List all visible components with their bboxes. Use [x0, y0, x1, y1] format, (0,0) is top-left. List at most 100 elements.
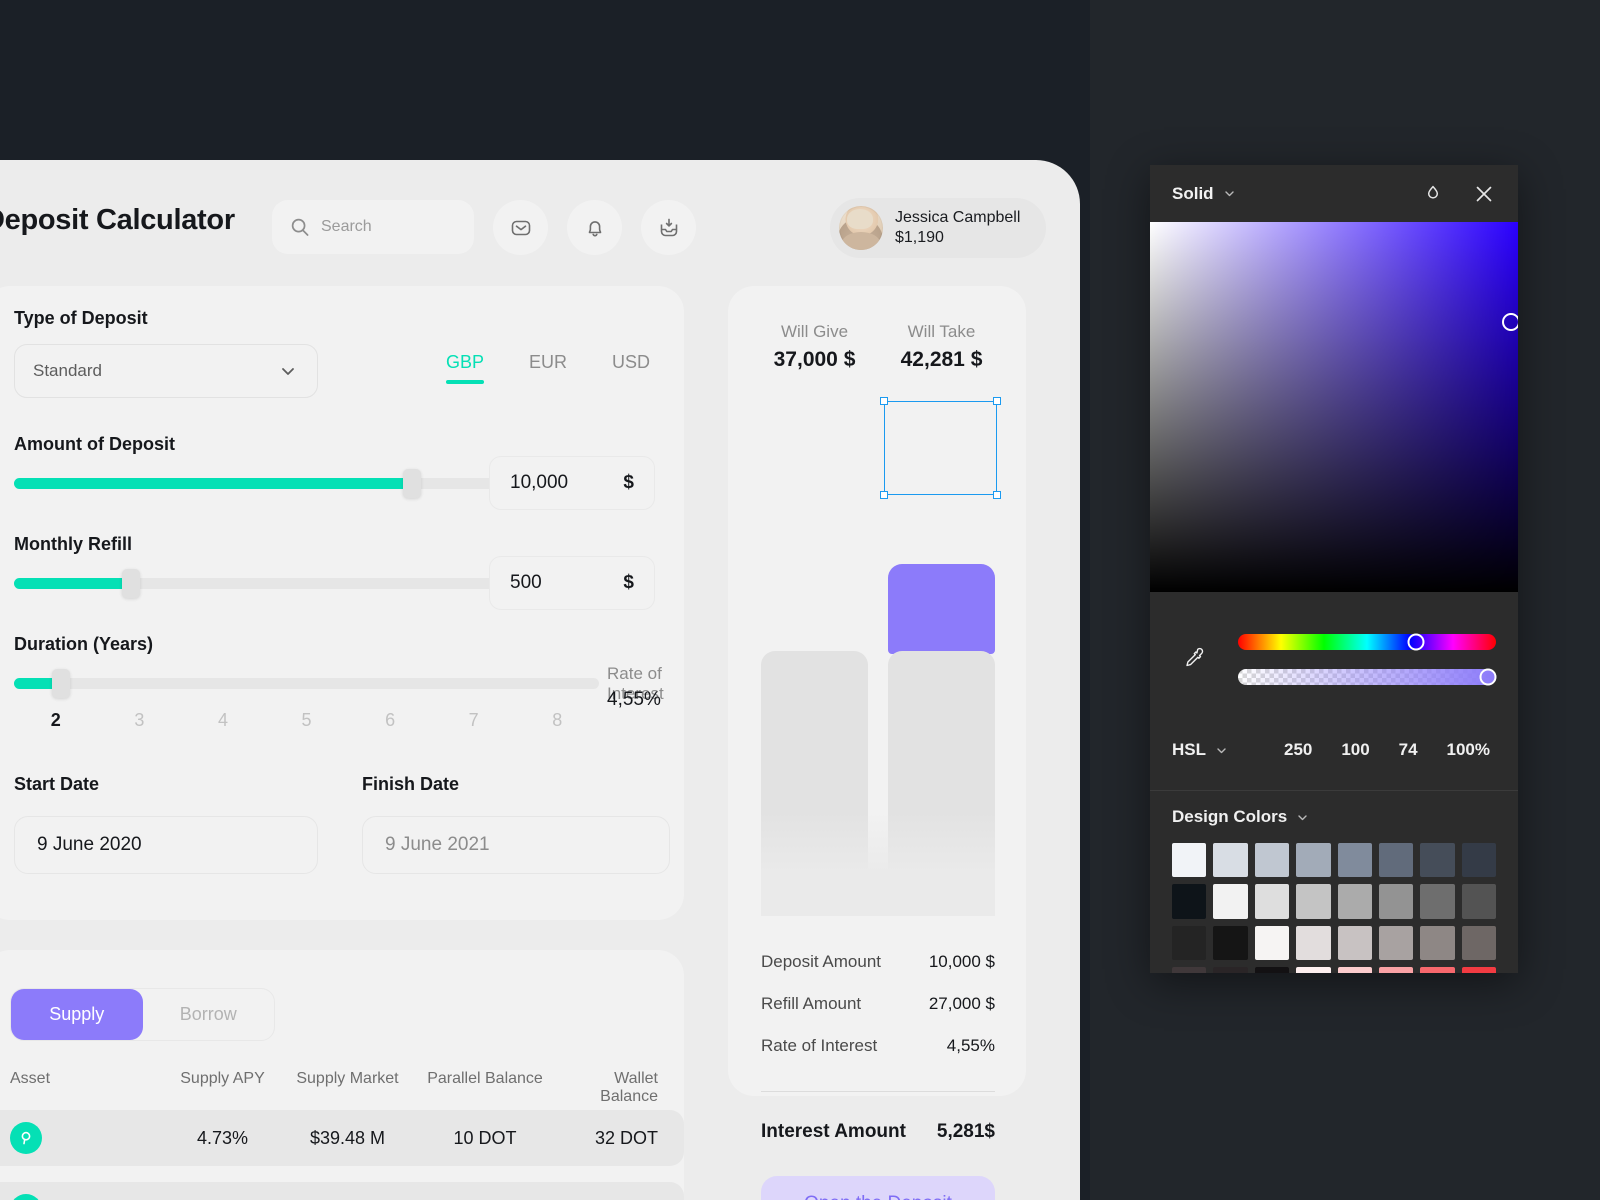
color-swatch-1-2[interactable] [1254, 884, 1290, 919]
color-swatch-2-6[interactable] [1420, 925, 1455, 961]
color-swatch-0-7[interactable] [1461, 843, 1496, 878]
color-swatch-2-1[interactable] [1213, 925, 1248, 961]
user-profile[interactable]: Jessica Campbell $1,190 [830, 198, 1046, 258]
close-icon[interactable] [1472, 182, 1496, 206]
color-swatch-1-6[interactable] [1420, 884, 1455, 919]
notifications-button[interactable] [567, 200, 622, 255]
color-swatch-3-7[interactable] [1461, 967, 1496, 973]
color-space-dropdown[interactable]: HSL [1172, 740, 1284, 760]
search-input[interactable]: Search [272, 200, 474, 254]
saturation-value-area[interactable] [1150, 222, 1518, 592]
color-swatch-2-3[interactable] [1296, 925, 1331, 961]
hue-slider-handle[interactable] [1407, 633, 1425, 650]
color-swatch-1-3[interactable] [1296, 884, 1331, 919]
color-swatch-0-4[interactable] [1337, 843, 1372, 878]
color-swatch-0-3[interactable] [1296, 843, 1331, 878]
mail-button[interactable] [493, 200, 548, 255]
finish-date-field[interactable]: 9 June 2021 [362, 816, 670, 874]
color-swatch-1-7[interactable] [1461, 884, 1496, 919]
selection-bounding-box[interactable] [880, 397, 1001, 499]
color-swatch-0-5[interactable] [1378, 843, 1414, 878]
resize-handle-top-left[interactable] [880, 397, 888, 405]
deposit-type-value: Standard [33, 361, 102, 380]
picker-sliders [1150, 592, 1518, 726]
color-swatch-2-2[interactable] [1254, 925, 1290, 961]
refill-value-field[interactable]: 500 $ [489, 556, 655, 610]
coin-icon [10, 1194, 42, 1200]
color-swatch-1-1[interactable] [1213, 884, 1248, 919]
start-date-field[interactable]: 9 June 2020 [14, 816, 318, 874]
duration-tick-5[interactable]: 5 [265, 710, 349, 731]
duration-tick-2[interactable]: 2 [14, 710, 98, 731]
color-swatch-3-1[interactable] [1213, 967, 1248, 973]
saturation-value[interactable]: 100 [1341, 740, 1369, 760]
duration-slider[interactable] [14, 669, 599, 698]
color-swatch-0-1[interactable] [1213, 843, 1248, 878]
hue-value[interactable]: 250 [1284, 740, 1312, 760]
color-swatch-2-0[interactable] [1172, 925, 1207, 961]
tab-borrow[interactable]: Borrow [143, 989, 275, 1040]
color-swatch-0-0[interactable] [1172, 843, 1207, 878]
supply-borrow-card: Supply Borrow Asset Supply APY Supply Ma… [0, 950, 684, 1200]
sv-selector-dot[interactable] [1501, 312, 1518, 331]
inbox-download-button[interactable] [641, 200, 696, 255]
color-swatch-3-2[interactable] [1254, 967, 1290, 973]
duration-tick-3[interactable]: 3 [98, 710, 182, 731]
hue-slider[interactable] [1238, 633, 1496, 650]
duration-tick-6[interactable]: 6 [348, 710, 432, 731]
color-swatch-3-4[interactable] [1337, 967, 1372, 973]
table-row[interactable]: 4.73% $39.48 M 10 DOT 32 DOT [0, 1110, 684, 1166]
refill-slider-knob[interactable] [122, 569, 140, 598]
color-mode-dropdown[interactable]: Solid [1172, 184, 1236, 204]
duration-tick-7[interactable]: 7 [432, 710, 516, 731]
refill-unit: $ [623, 572, 634, 593]
table-row[interactable] [0, 1182, 684, 1200]
eyedropper-icon[interactable] [1179, 644, 1209, 674]
color-swatch-3-6[interactable] [1420, 967, 1455, 973]
duration-tick-4[interactable]: 4 [181, 710, 265, 731]
color-swatch-0-2[interactable] [1254, 843, 1290, 878]
column-supply-market: Supply Market [296, 1070, 399, 1087]
bar-will-take-interest[interactable] [888, 564, 995, 654]
alpha-slider[interactable] [1238, 668, 1497, 685]
amount-unit: $ [623, 472, 634, 493]
color-swatch-1-0[interactable] [1172, 884, 1207, 919]
droplet-icon[interactable] [1422, 183, 1444, 205]
color-swatch-2-5[interactable] [1378, 925, 1414, 961]
duration-tick-8[interactable]: 8 [515, 710, 599, 731]
alpha-value[interactable]: 100% [1446, 740, 1489, 760]
app-header: Deposit Calculator Search Jessica Campbe… [0, 160, 1080, 288]
deposit-type-select[interactable]: Standard [14, 344, 318, 398]
duration-slider-knob[interactable] [51, 669, 70, 698]
amount-value-field[interactable]: 10,000 $ [489, 456, 655, 510]
resize-handle-bottom-right[interactable] [993, 491, 1001, 499]
open-deposit-button[interactable]: Open the Deposit [761, 1176, 995, 1200]
cell-supply-apy: 4.73% [196, 1127, 249, 1148]
alpha-slider-handle[interactable] [1479, 668, 1497, 685]
column-asset: Asset [10, 1070, 51, 1087]
color-swatch-3-0[interactable] [1172, 967, 1207, 973]
design-colors-section[interactable]: Design Colors [1150, 791, 1518, 843]
lightness-value[interactable]: 74 [1399, 740, 1418, 760]
tab-usd[interactable]: USD [612, 352, 650, 384]
color-swatch-2-4[interactable] [1337, 925, 1372, 961]
tab-supply[interactable]: Supply [11, 989, 143, 1040]
resize-handle-top-right[interactable] [993, 397, 1001, 405]
tab-eur[interactable]: EUR [529, 352, 567, 384]
color-swatch-2-7[interactable] [1461, 925, 1496, 961]
amount-slider-knob[interactable] [402, 469, 421, 498]
chevron-down-icon [1217, 747, 1226, 753]
color-swatch-3-3[interactable] [1296, 967, 1331, 973]
color-space-label: HSL [1172, 740, 1206, 759]
cell-wallet-balance: 32 DOT [594, 1127, 658, 1148]
color-swatch-3-5[interactable] [1378, 967, 1414, 973]
color-swatch-1-4[interactable] [1337, 884, 1372, 919]
resize-handle-bottom-left[interactable] [880, 491, 888, 499]
color-values-row: HSL 250 100 74 100% [1150, 726, 1518, 774]
color-swatch-0-6[interactable] [1420, 843, 1455, 878]
color-swatch-1-5[interactable] [1378, 884, 1414, 919]
monthly-refill-label: Monthly Refill [14, 534, 132, 554]
color-picker-header: Solid [1150, 165, 1518, 222]
tab-gbp[interactable]: GBP [446, 352, 485, 384]
interest-amount-value: 5,281$ [936, 1121, 995, 1142]
